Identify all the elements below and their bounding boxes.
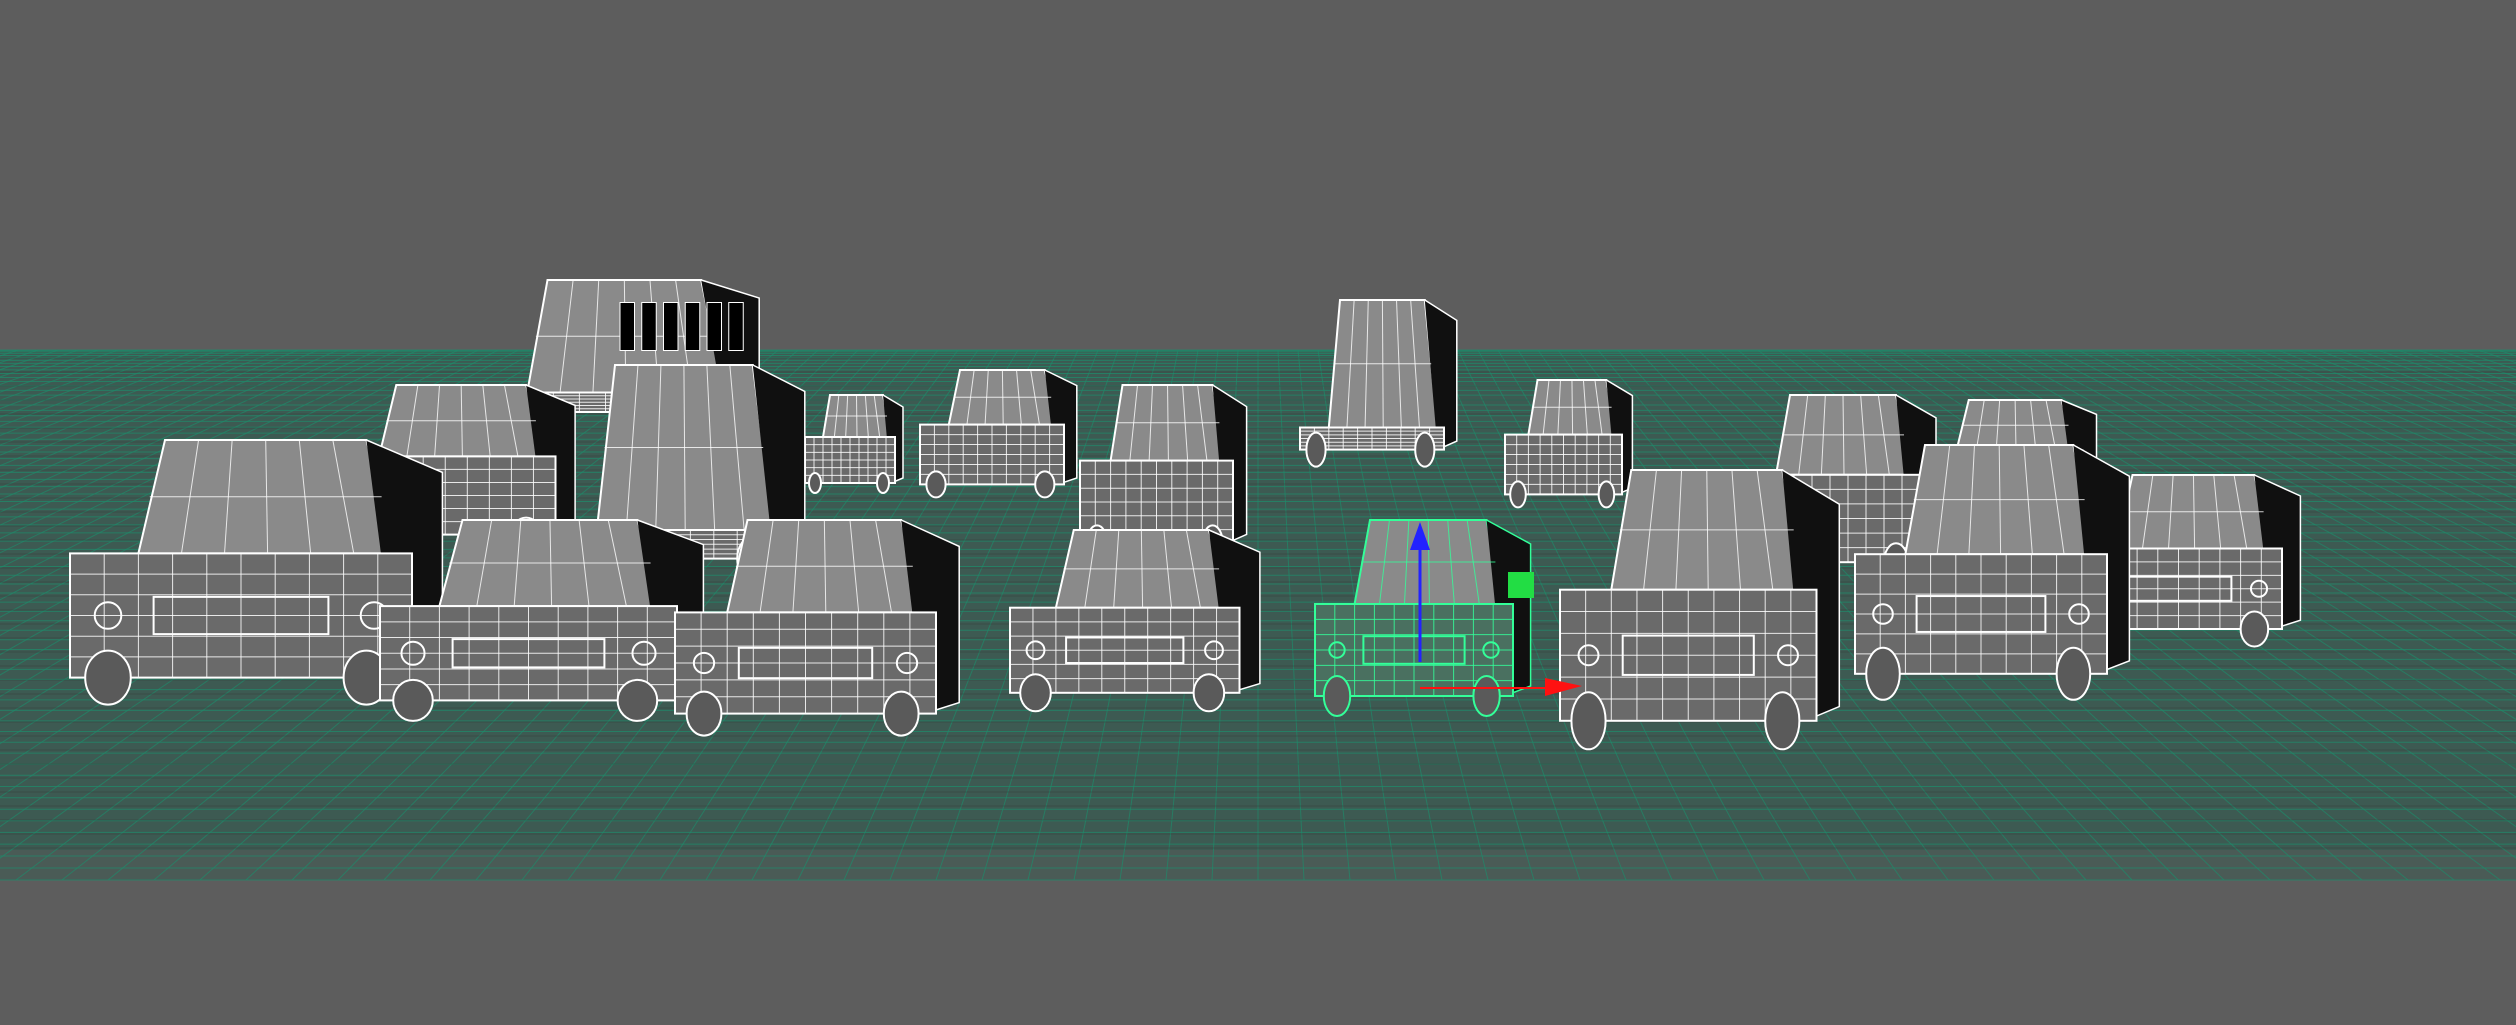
z-axis-handle[interactable] [1508,572,1534,598]
viewport-scene[interactable] [0,0,2516,1025]
3d-viewport[interactable] [0,0,2516,1025]
